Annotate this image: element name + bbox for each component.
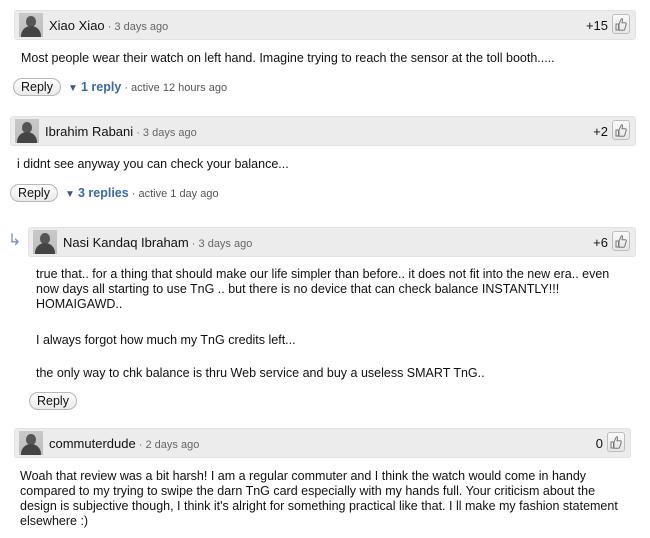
- like-button[interactable]: [612, 14, 630, 34]
- avatar[interactable]: [15, 119, 39, 143]
- thumbs-up-icon: [615, 124, 627, 137]
- reply-indent-icon: ↳: [8, 232, 22, 249]
- avatar[interactable]: [19, 431, 43, 455]
- comment-text: I always forgot how much my TnG credits …: [36, 333, 296, 347]
- thread-activity: · active 1 day ago: [128, 188, 219, 200]
- comment-header: Xiao Xiao · 3 days ago +15: [14, 10, 636, 40]
- vote-score: +2: [593, 124, 608, 139]
- comment-text: the only way to chk balance is thru Web …: [36, 366, 485, 380]
- thread-info: ▼ 1 reply · active 12 hours ago: [68, 80, 227, 94]
- comment-header: commuterdude · 2 days ago 0: [14, 428, 631, 458]
- expand-triangle-icon[interactable]: ▼: [68, 83, 78, 94]
- author-name[interactable]: Nasi Kandaq Ibraham: [63, 235, 189, 250]
- comment-timestamp: · 3 days ago: [133, 127, 197, 139]
- comment-timestamp: · 2 days ago: [135, 439, 200, 451]
- comment-timestamp: · 3 days ago: [104, 21, 169, 33]
- comment-text: Woah that review was a bit harsh! I am a…: [20, 469, 618, 528]
- author-name[interactable]: commuterdude: [49, 436, 136, 451]
- reply-button[interactable]: Reply: [13, 78, 61, 96]
- thumbs-up-icon: [615, 235, 627, 248]
- thread-activity: · active 12 hours ago: [121, 82, 228, 94]
- reply-button[interactable]: Reply: [10, 184, 58, 202]
- comment-text: true that.. for a thing that should make…: [36, 267, 610, 311]
- comment-header: Nasi Kandaq Ibraham · 3 days ago +6: [28, 227, 636, 257]
- like-button[interactable]: [607, 432, 625, 452]
- replies-link[interactable]: 3 replies: [78, 186, 129, 200]
- thumbs-up-icon: [610, 436, 622, 449]
- comment-text: Most people wear their watch on left han…: [21, 51, 555, 65]
- vote-score: +6: [593, 235, 608, 250]
- reply-button[interactable]: Reply: [29, 392, 77, 410]
- comment-header: Ibrahim Rabani · 3 days ago +2: [10, 116, 636, 146]
- vote-score: 0: [595, 436, 603, 451]
- vote-score: +15: [585, 18, 608, 33]
- thumbs-up-icon: [615, 18, 627, 31]
- author-name[interactable]: Xiao Xiao: [49, 18, 105, 33]
- expand-triangle-icon[interactable]: ▼: [65, 189, 75, 200]
- avatar[interactable]: [33, 230, 57, 254]
- comment-timestamp: · 3 days ago: [188, 238, 253, 250]
- avatar[interactable]: [19, 13, 43, 37]
- like-button[interactable]: [612, 120, 630, 140]
- like-button[interactable]: [612, 231, 630, 251]
- thread-info: ▼ 3 replies · active 1 day ago: [65, 186, 219, 200]
- replies-link[interactable]: 1 reply: [81, 80, 121, 94]
- author-name[interactable]: Ibrahim Rabani: [45, 124, 133, 139]
- comment-text: i didnt see anyway you can check your ba…: [17, 157, 289, 171]
